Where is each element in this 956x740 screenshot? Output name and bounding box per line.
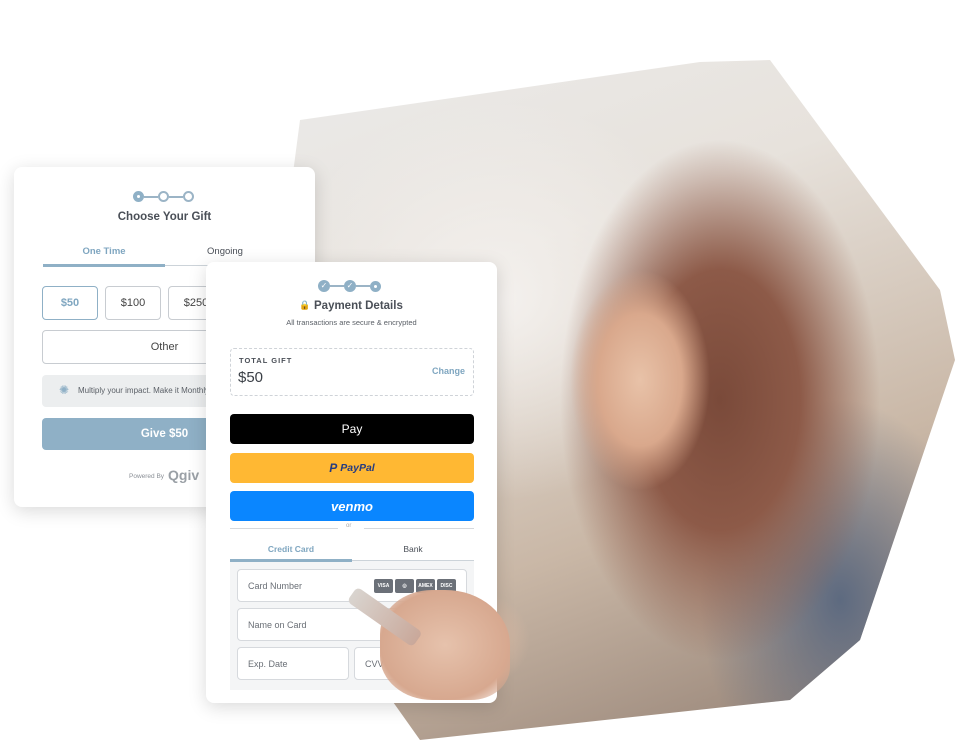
apple-pay-button[interactable]: Pay	[230, 414, 474, 444]
monthly-tip: Multiply your impact. Make it Monthly	[78, 386, 210, 395]
qgiv-logo: Qgiv	[168, 467, 200, 483]
gift-title: Choose Your Gift	[117, 211, 212, 223]
tab-bank[interactable]: Bank	[352, 544, 474, 554]
paypal-icon: P	[329, 461, 338, 475]
total-gift-label: TOTAL GIFT	[239, 356, 293, 365]
tab-ongoing[interactable]: Ongoing	[164, 246, 286, 257]
paypal-button[interactable]: P PayPal	[230, 453, 474, 483]
security-note: All transactions are secure & encrypted	[286, 318, 417, 327]
tab-credit-card[interactable]: Credit Card	[230, 544, 352, 554]
lock-icon: 🔒	[299, 300, 311, 310]
hand-with-phone	[380, 590, 510, 700]
powered-by: Powered By	[129, 473, 165, 480]
step-indicator: ✓ ✓	[318, 280, 381, 292]
sparkle-icon: ✺	[59, 383, 70, 397]
total-gift-value: $50	[238, 369, 264, 386]
visa-icon: VISA	[374, 578, 393, 593]
or-divider: or	[346, 523, 352, 529]
tab-one-time[interactable]: One Time	[43, 246, 165, 257]
exp-date-input[interactable]: Exp. Date	[237, 647, 349, 680]
step-indicator	[133, 191, 194, 202]
change-link[interactable]: Change	[432, 366, 465, 376]
venmo-button[interactable]: venmo	[230, 491, 474, 521]
mastercard-icon: ◎	[395, 578, 414, 593]
payment-title: Payment Details	[314, 300, 403, 312]
amount-100[interactable]: $100	[105, 286, 161, 320]
amount-50[interactable]: $50	[42, 286, 98, 320]
tab-underline	[43, 264, 165, 267]
